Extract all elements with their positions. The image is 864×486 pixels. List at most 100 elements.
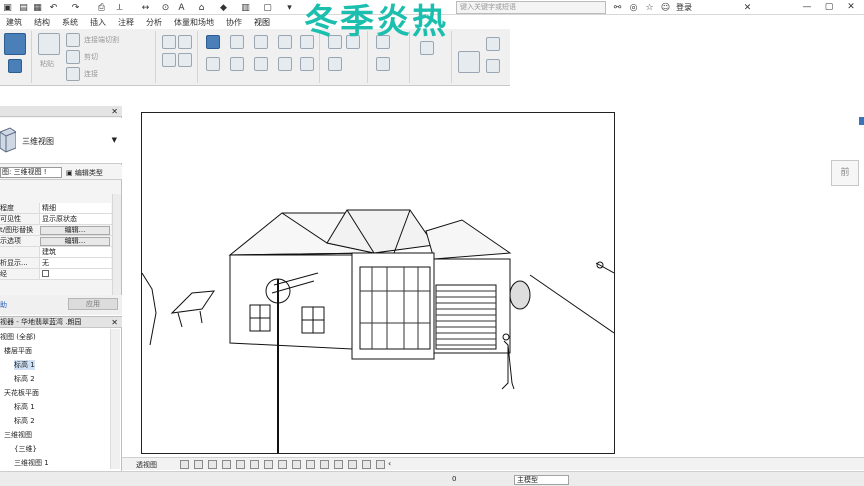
property-checkbox[interactable] [39,269,111,279]
array-icon[interactable] [300,57,314,71]
property-value[interactable]: 无 [39,258,111,268]
tree-item-floor-plans[interactable]: 楼层平面 [4,346,32,356]
subscription-icon[interactable]: ◎ [628,2,639,13]
modify-icon[interactable] [4,33,26,55]
create-similar-icon[interactable] [420,41,434,55]
cope-icon[interactable] [66,33,80,47]
crop-view-icon[interactable] [250,460,259,469]
render-icon[interactable] [236,460,245,469]
scrollbar[interactable] [110,329,120,469]
tree-item-floor-level-2[interactable]: 标高 2 [14,374,35,384]
switch-windows-icon[interactable]: ▥ [240,2,251,13]
constraints-icon[interactable] [348,460,357,469]
favorites-icon[interactable]: ☆ [644,2,655,13]
mirror-icon[interactable] [254,35,268,49]
chevron-down-icon[interactable]: ▼ [112,136,117,144]
measure-icon[interactable]: ⟂ [114,2,125,13]
user-icon[interactable]: ☺ [660,2,671,13]
tab-analyze[interactable]: 分析 [140,17,168,28]
exchange-icon[interactable]: ✕ [742,2,753,13]
viewcube[interactable]: 前 [831,160,859,186]
text-icon[interactable]: A [176,2,187,13]
close-window-button[interactable]: ✕ [840,0,862,14]
model-in-place-icon[interactable] [458,51,480,73]
worksharing-icon[interactable] [362,460,371,469]
reveal-hidden-icon[interactable] [306,460,315,469]
close-icon[interactable]: ✕ [111,106,118,117]
search-input[interactable]: 键入关键字或短语 [456,1,606,14]
paint-icon[interactable] [178,35,192,49]
save-icon[interactable]: ▦ [32,2,43,13]
design-options-icon[interactable] [376,460,385,469]
close-hidden-icon[interactable]: ▢ [262,2,273,13]
scrollbar[interactable] [112,194,121,304]
edit-type-button[interactable]: ▣ 编辑类型 [66,168,103,178]
edit-button[interactable]: 编辑... [40,226,110,235]
join-icon[interactable] [66,67,80,81]
tab-architecture[interactable]: 建筑 [0,17,28,28]
minimize-button[interactable]: — [796,0,818,14]
property-value[interactable]: 建筑 [39,247,111,257]
align-icon[interactable] [206,35,220,49]
view-type-label[interactable]: 透视图 [136,460,157,470]
sun-path-icon[interactable] [208,460,217,469]
cut-icon[interactable] [66,50,80,64]
edit-family-icon[interactable] [486,37,500,51]
tab-view[interactable]: 视图 [248,17,276,28]
chevron-left-icon[interactable]: ‹ [388,459,391,468]
3d-view-icon[interactable]: ⌂ [196,2,207,13]
dimension-tool-icon[interactable] [376,57,390,71]
tab-insert[interactable]: 插入 [84,17,112,28]
select-icon[interactable] [8,59,22,73]
temporary-hide-icon[interactable] [292,460,301,469]
tab-collaborate[interactable]: 协作 [220,17,248,28]
view-instance-select[interactable]: 图: 三维视图 ! [0,167,62,178]
split-face-icon[interactable] [162,35,176,49]
pin-icon[interactable] [328,57,342,71]
paste-icon[interactable] [38,33,60,55]
tree-item-3d-views[interactable]: 三维视图 [4,430,32,440]
section-icon[interactable]: ◆ [218,2,229,13]
navigation-bar-icon[interactable] [859,117,864,125]
application-menu-icon[interactable]: ▣ [2,2,13,13]
tree-item-floor-level-1[interactable]: 标高 1 [14,360,35,370]
login-link[interactable]: 登录 [676,2,692,13]
tree-item-3d-view-1[interactable]: 三维视图 1 [14,458,49,468]
tree-item-ceiling-level-2[interactable]: 标高 2 [14,416,35,426]
demolish-icon[interactable] [162,53,176,67]
trim-icon[interactable] [278,57,292,71]
offset-icon[interactable] [230,35,244,49]
edit-button[interactable]: 编辑... [40,237,110,246]
apply-button[interactable]: 应用 [68,298,118,310]
tree-item-ceiling-plans[interactable]: 天花板平面 [4,388,39,398]
rotate-icon[interactable] [254,57,268,71]
redo-icon[interactable]: ↷ [70,2,81,13]
analysis-display-icon[interactable] [320,460,329,469]
dimension-icon[interactable]: ↔ [140,2,151,13]
undo-icon[interactable]: ↶ [48,2,59,13]
tab-structure[interactable]: 结构 [28,17,56,28]
print-icon[interactable]: ⎙ [96,2,107,13]
properties-help-link[interactable]: 助 [0,300,7,310]
tag-icon[interactable]: ⊙ [160,2,171,13]
type-selector[interactable]: 三维视图 ▼ [0,118,122,164]
tree-item-3d-default[interactable]: {三维} [14,444,37,454]
shadows-icon[interactable] [222,460,231,469]
wall-joins-icon[interactable] [178,53,192,67]
model-select[interactable]: 主模型 [514,475,569,485]
maximize-button[interactable]: ▢ [818,0,840,14]
property-value[interactable]: 显示原状态 [39,214,111,224]
open-icon[interactable]: ▤ [18,2,29,13]
tree-item-ceiling-level-1[interactable]: 标高 1 [14,402,35,412]
lock-view-icon[interactable] [278,460,287,469]
tab-massing-site[interactable]: 体量和场地 [168,17,220,28]
group-icon[interactable] [486,59,500,73]
move-icon[interactable] [206,57,220,71]
property-value[interactable]: 精细 [39,203,111,213]
mirror-draw-icon[interactable] [278,35,292,49]
close-icon[interactable]: ✕ [111,317,118,327]
tab-systems[interactable]: 系统 [56,17,84,28]
show-crop-icon[interactable] [264,460,273,469]
customize-icon[interactable]: ▾ [284,2,295,13]
visual-style-icon[interactable] [194,460,203,469]
